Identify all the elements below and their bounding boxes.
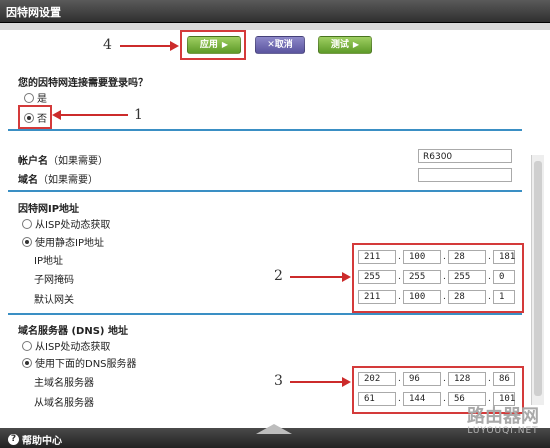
- ip-option-dynamic[interactable]: 从ISP处动态获取: [22, 216, 110, 231]
- callout-arrowhead-3: [342, 377, 351, 387]
- account-name-text: 帐户名: [18, 156, 48, 167]
- radio-icon[interactable]: [22, 340, 32, 351]
- section-divider: [8, 313, 522, 315]
- title-bar: 因特网设置: [0, 0, 550, 23]
- dns-option-dynamic-label: 从ISP处动态获取: [35, 342, 111, 353]
- dns-title: 域名服务器 (DNS) 地址: [18, 326, 128, 337]
- default-gateway-label: 默认网关: [34, 295, 74, 306]
- internet-ip-title: 因特网IP地址: [18, 204, 80, 215]
- scrollbar-thumb[interactable]: [534, 161, 542, 396]
- callout-arrowhead-4: [170, 41, 179, 51]
- domain-name-hint: （如果需要）: [38, 175, 98, 186]
- callout-arrow-3: [290, 381, 342, 383]
- subnet-mask-label: 子网掩码: [34, 275, 74, 286]
- domain-name-input[interactable]: [418, 168, 512, 182]
- ip-address-label: IP地址: [34, 256, 63, 267]
- dns-option-manual[interactable]: 使用下面的DNS服务器: [22, 355, 137, 370]
- login-option-yes[interactable]: 是: [24, 90, 47, 105]
- account-name-input[interactable]: R6300: [418, 149, 512, 163]
- watermark-line2: LUYOUQI.NET: [467, 426, 539, 436]
- callout-number-4: 4: [103, 37, 112, 53]
- test-button[interactable]: 测试 ▶: [318, 36, 372, 54]
- primary-dns-label: 主域名服务器: [34, 378, 94, 389]
- close-icon: ✕: [267, 40, 275, 50]
- cancel-button[interactable]: ✕取消: [255, 36, 305, 54]
- expand-up-icon[interactable]: [256, 424, 292, 434]
- callout-arrow-2: [290, 276, 342, 278]
- callout-number-2: 2: [274, 268, 283, 284]
- dns-option-dynamic[interactable]: 从ISP处动态获取: [22, 338, 110, 353]
- ip-option-static-label: 使用静态IP地址: [35, 238, 104, 249]
- dns-option-manual-label: 使用下面的DNS服务器: [35, 359, 137, 370]
- domain-name-text: 域名: [18, 175, 38, 186]
- callout-box-1: [18, 105, 52, 129]
- callout-number-3: 3: [274, 373, 283, 389]
- section-divider: [8, 190, 522, 192]
- cancel-button-label: 取消: [274, 40, 293, 50]
- radio-selected-icon[interactable]: [22, 236, 32, 247]
- callout-number-1: 1: [134, 107, 143, 123]
- help-icon: ?: [8, 434, 19, 445]
- play-arrow-icon: ▶: [352, 40, 360, 49]
- radio-icon[interactable]: [22, 218, 32, 229]
- login-question: 您的因特网连接需要登录吗？: [18, 78, 148, 89]
- window-title: 因特网设置: [6, 6, 61, 19]
- watermark-line1: 路由器网: [467, 406, 539, 427]
- ip-option-static[interactable]: 使用静态IP地址: [22, 234, 104, 249]
- ip-option-dynamic-label: 从ISP处动态获取: [35, 220, 111, 231]
- callout-box-4: [180, 30, 246, 60]
- section-divider: [8, 129, 522, 131]
- callout-arrowhead-2: [342, 272, 351, 282]
- help-center-link[interactable]: ? 帮助中心: [8, 432, 62, 447]
- callout-box-2: [352, 243, 524, 313]
- scrollbar[interactable]: [531, 155, 544, 405]
- domain-name-label: 域名（如果需要）: [18, 171, 98, 186]
- callout-arrow-4: [120, 45, 170, 47]
- account-name-hint: （如果需要）: [48, 156, 108, 167]
- secondary-dns-label: 从域名服务器: [34, 398, 94, 409]
- toolbar-strip: [0, 23, 550, 30]
- test-button-label: 测试: [330, 40, 349, 50]
- radio-icon[interactable]: [24, 92, 34, 103]
- callout-arrow-1: [60, 114, 128, 116]
- login-option-yes-label: 是: [37, 94, 47, 105]
- radio-selected-icon[interactable]: [22, 357, 32, 368]
- watermark: 路由器网 LUYOUQI.NET: [458, 402, 548, 436]
- help-center-label: 帮助中心: [22, 436, 62, 447]
- account-name-label: 帐户名（如果需要）: [18, 152, 108, 167]
